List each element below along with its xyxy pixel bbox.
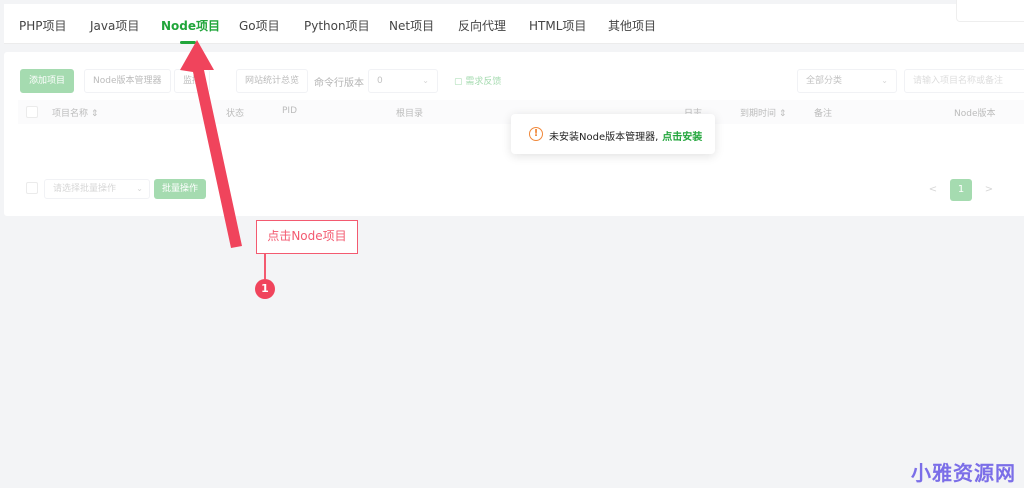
callout-leader-line	[264, 254, 266, 279]
step-badge: 1	[255, 279, 275, 299]
annotation-arrow	[180, 40, 242, 248]
annotation-callout: 点击Node项目	[256, 220, 358, 254]
watermark: 小雅资源网	[911, 461, 1016, 485]
